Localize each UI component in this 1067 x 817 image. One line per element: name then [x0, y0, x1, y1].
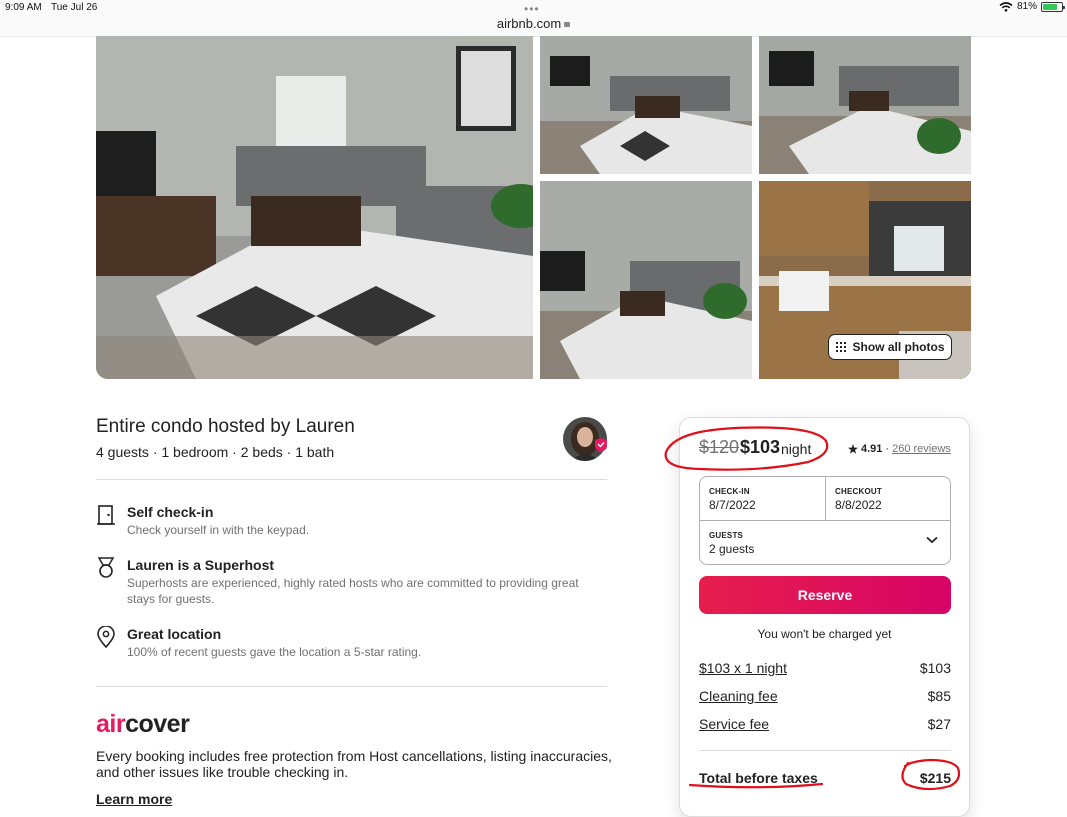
divider: [96, 686, 607, 687]
grid-icon: [835, 342, 846, 352]
address-bar[interactable]: airbnb.com: [0, 16, 1067, 31]
photo-living-room-main[interactable]: [96, 36, 533, 379]
tab-overview-dots-icon[interactable]: •••: [524, 2, 540, 16]
aircover-logo: aircover: [96, 710, 190, 738]
checkin-field[interactable]: CHECK-IN 8/7/2022: [700, 477, 825, 520]
rating-separator: ·: [885, 443, 890, 455]
divider: [699, 750, 951, 751]
feature-title: Great location: [127, 626, 222, 642]
feature-description: Superhosts are experienced, highly rated…: [127, 576, 579, 606]
cleaning-fee-value: $85: [927, 688, 951, 704]
photo-living-room-2[interactable]: [540, 36, 752, 174]
no-charge-note: You won't be charged yet: [757, 627, 892, 641]
checkin-value: 8/7/2022: [709, 498, 756, 512]
nightly-rate-value: $103: [919, 660, 951, 676]
checkout-field[interactable]: CHECKOUT 8/8/2022: [826, 477, 950, 520]
feature-description: 100% of recent guests gave the location …: [127, 645, 422, 659]
chevron-down-icon: [926, 536, 938, 544]
clock: 9:09 AM: [5, 2, 42, 13]
lock-icon: [564, 22, 571, 27]
service-fee-value: $27: [927, 716, 951, 732]
checkout-label: CHECKOUT: [835, 487, 882, 496]
rating-summary: 4.91 · 260 reviews: [848, 443, 951, 455]
rating-value: 4.91: [861, 443, 883, 455]
nightly-rate-link[interactable]: $103 x 1 night: [699, 660, 787, 676]
date: Tue Jul 26: [51, 2, 98, 13]
show-all-photos-label: Show all photos: [852, 340, 945, 354]
cleaning-fee-link[interactable]: Cleaning fee: [699, 688, 778, 704]
photo-living-room-3[interactable]: [759, 36, 971, 174]
star-icon: [848, 444, 858, 454]
price-unit: night: [781, 441, 812, 457]
listing-title: Entire condo hosted by Lauren: [96, 416, 355, 437]
guests-label: GUESTS: [709, 531, 744, 540]
battery-percent: 81%: [1016, 1, 1037, 12]
service-fee-link[interactable]: Service fee: [699, 716, 769, 732]
feature-title: Self check-in: [127, 504, 214, 520]
guests-value: 2 guests: [709, 542, 755, 556]
map-pin-icon: [97, 626, 115, 648]
url-text: airbnb.com: [496, 16, 562, 31]
door-icon: [97, 505, 115, 525]
status-indicators: 81%: [999, 1, 1065, 12]
battery-icon: [1041, 1, 1065, 12]
feature-title: Lauren is a Superhost: [127, 557, 275, 573]
divider: [96, 479, 607, 480]
total-value: $215: [919, 770, 951, 786]
reserve-button[interactable]: Reserve: [699, 576, 951, 614]
feature-description: Check yourself in with the keypad.: [127, 523, 310, 537]
listing-summary: 4 guests · 1 bedroom · 2 beds · 1 bath: [96, 444, 335, 460]
photo-gallery: [96, 36, 971, 379]
wifi-icon: [999, 1, 1013, 12]
guests-select[interactable]: GUESTS 2 guests: [700, 521, 950, 564]
superhost-medal-icon: [97, 557, 115, 578]
superhost-badge-icon: [595, 438, 607, 452]
aircover-description: Every booking includes free protection f…: [96, 748, 612, 780]
reviews-link[interactable]: 260 reviews: [892, 443, 951, 455]
show-all-photos-button[interactable]: Show all photos: [828, 334, 952, 360]
total-label: Total before taxes: [699, 770, 818, 786]
date-guest-picker: CHECK-IN 8/7/2022 CHECKOUT 8/8/2022 GUES…: [699, 476, 951, 565]
original-price: $120: [699, 437, 740, 457]
photo-living-room-4[interactable]: [540, 181, 752, 379]
discounted-price: $103: [740, 437, 781, 457]
checkout-value: 8/8/2022: [835, 498, 882, 512]
status-bar: 9:09 AM Tue Jul 26 ••• airbnb.com 81%: [0, 0, 1067, 37]
checkin-label: CHECK-IN: [709, 487, 750, 496]
learn-more-link[interactable]: Learn more: [96, 791, 172, 807]
